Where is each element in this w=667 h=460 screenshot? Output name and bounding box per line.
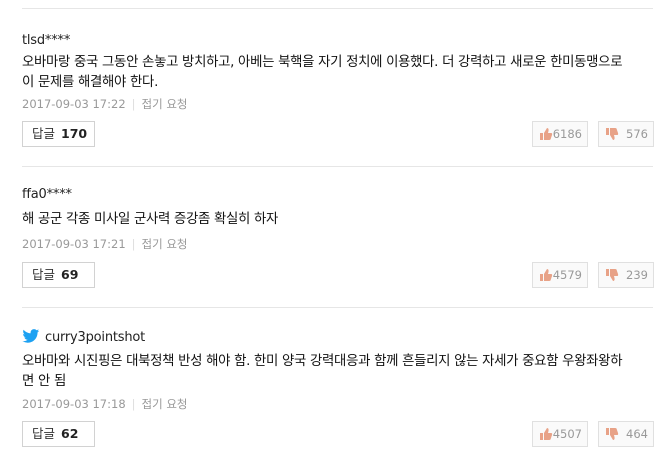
comment-text: 해 공군 각종 미사일 군사력 증강좀 확실히 하자 xyxy=(22,212,279,227)
dislike-button[interactable]: 464 xyxy=(598,421,654,447)
dislike-button[interactable]: 576 xyxy=(598,121,654,147)
like-button[interactable]: 4579 xyxy=(532,262,588,288)
like-button[interactable]: 4507 xyxy=(532,421,588,447)
reply-button[interactable]: 답글 170 xyxy=(22,121,95,147)
reply-count: 170 xyxy=(61,126,88,141)
comment-date: 2017-09-03 17:21 xyxy=(22,237,126,251)
thumbs-down-icon xyxy=(606,428,619,440)
like-count: 6186 xyxy=(552,127,582,141)
dislike-count: 239 xyxy=(626,268,648,282)
comment-item: curry3pointshot 오바마와 시진핑은 대북정책 반성 해야 함. … xyxy=(22,308,654,460)
thumbs-down-icon xyxy=(606,269,619,281)
dislike-button[interactable]: 239 xyxy=(598,262,654,288)
comment-author[interactable]: tlsd**** xyxy=(22,33,70,48)
report-link[interactable]: 접기 요청 xyxy=(142,97,188,111)
comment-text: 오바마랑 중국 그동안 손놓고 방치하고, 아베는 북핵을 자기 정치에 이용했… xyxy=(22,55,623,90)
meta-divider: | xyxy=(131,97,136,111)
report-link[interactable]: 접기 요청 xyxy=(142,237,188,251)
comment-author[interactable]: ffa0**** xyxy=(22,187,72,202)
reply-label: 답글 xyxy=(32,426,56,441)
comment-date: 2017-09-03 17:18 xyxy=(22,397,126,411)
thumbs-up-icon xyxy=(540,428,553,440)
comment-item: ffa0**** 해 공군 각종 미사일 군사력 증강좀 확실히 하자 2017… xyxy=(22,167,654,308)
reply-label: 답글 xyxy=(32,267,56,282)
comment-item: tlsd**** 오바마랑 중국 그동안 손놓고 방치하고, 아베는 북핵을 자… xyxy=(22,9,654,167)
comment-text: 오바마와 시진핑은 대북정책 반성 해야 함. 한미 양국 강력대응과 함께 흔… xyxy=(22,354,623,389)
comment-meta: 2017-09-03 17:18 | 접기 요청 xyxy=(22,396,188,412)
dislike-count: 464 xyxy=(626,427,648,441)
twitter-bird-icon xyxy=(22,329,40,343)
meta-divider: | xyxy=(131,397,136,411)
comment-date: 2017-09-03 17:22 xyxy=(22,97,126,111)
reply-button[interactable]: 답글 69 xyxy=(22,262,95,288)
thumbs-down-icon xyxy=(606,128,619,140)
dislike-count: 576 xyxy=(626,127,648,141)
like-count: 4507 xyxy=(552,427,582,441)
like-count: 4579 xyxy=(552,268,582,282)
reply-label: 답글 xyxy=(32,126,56,141)
reply-count: 69 xyxy=(61,267,79,282)
reply-count: 62 xyxy=(61,426,79,441)
thumbs-up-icon xyxy=(540,269,553,281)
reply-button[interactable]: 답글 62 xyxy=(22,421,95,447)
author-name: curry3pointshot xyxy=(45,330,146,345)
thumbs-up-icon xyxy=(540,128,553,140)
meta-divider: | xyxy=(131,237,136,251)
comment-meta: 2017-09-03 17:21 | 접기 요청 xyxy=(22,236,188,252)
report-link[interactable]: 접기 요청 xyxy=(142,397,188,411)
comment-meta: 2017-09-03 17:22 | 접기 요청 xyxy=(22,96,188,112)
comment-list: tlsd**** 오바마랑 중국 그동안 손놓고 방치하고, 아베는 북핵을 자… xyxy=(0,0,667,460)
like-button[interactable]: 6186 xyxy=(532,121,588,147)
comment-author[interactable]: curry3pointshot xyxy=(22,329,145,345)
